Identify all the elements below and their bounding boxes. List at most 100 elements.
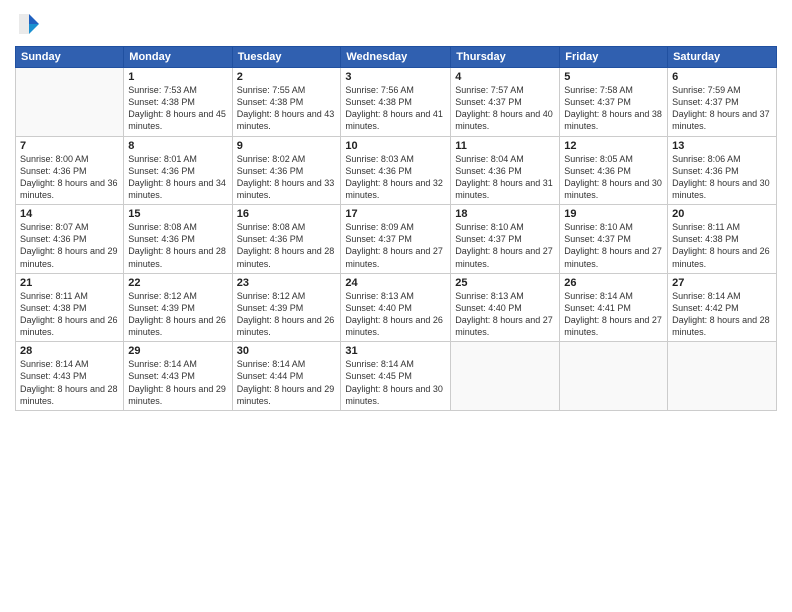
calendar-cell: 16Sunrise: 8:08 AMSunset: 4:36 PMDayligh… — [232, 205, 341, 274]
calendar-cell: 22Sunrise: 8:12 AMSunset: 4:39 PMDayligh… — [124, 273, 232, 342]
day-number: 22 — [128, 277, 227, 289]
day-info: Sunrise: 8:08 AMSunset: 4:36 PMDaylight:… — [128, 221, 227, 270]
calendar-cell — [16, 68, 124, 137]
weekday-header-friday: Friday — [560, 47, 668, 68]
page: SundayMondayTuesdayWednesdayThursdayFrid… — [0, 0, 792, 612]
calendar-cell: 3Sunrise: 7:56 AMSunset: 4:38 PMDaylight… — [341, 68, 451, 137]
weekday-header-saturday: Saturday — [668, 47, 777, 68]
day-info: Sunrise: 8:14 AMSunset: 4:44 PMDaylight:… — [237, 358, 337, 407]
day-number: 5 — [564, 71, 663, 83]
calendar-cell — [451, 342, 560, 411]
calendar-header: SundayMondayTuesdayWednesdayThursdayFrid… — [16, 47, 777, 68]
day-info: Sunrise: 8:04 AMSunset: 4:36 PMDaylight:… — [455, 153, 555, 202]
day-info: Sunrise: 8:06 AMSunset: 4:36 PMDaylight:… — [672, 153, 772, 202]
calendar-cell: 19Sunrise: 8:10 AMSunset: 4:37 PMDayligh… — [560, 205, 668, 274]
day-number: 29 — [128, 345, 227, 357]
calendar-cell: 24Sunrise: 8:13 AMSunset: 4:40 PMDayligh… — [341, 273, 451, 342]
calendar-week-row: 1Sunrise: 7:53 AMSunset: 4:38 PMDaylight… — [16, 68, 777, 137]
calendar-cell: 10Sunrise: 8:03 AMSunset: 4:36 PMDayligh… — [341, 136, 451, 205]
day-info: Sunrise: 8:11 AMSunset: 4:38 PMDaylight:… — [672, 221, 772, 270]
day-number: 12 — [564, 140, 663, 152]
day-info: Sunrise: 7:55 AMSunset: 4:38 PMDaylight:… — [237, 84, 337, 133]
calendar-cell: 28Sunrise: 8:14 AMSunset: 4:43 PMDayligh… — [16, 342, 124, 411]
day-number: 24 — [345, 277, 446, 289]
day-number: 10 — [345, 140, 446, 152]
calendar-cell: 27Sunrise: 8:14 AMSunset: 4:42 PMDayligh… — [668, 273, 777, 342]
day-info: Sunrise: 8:14 AMSunset: 4:41 PMDaylight:… — [564, 290, 663, 339]
day-number: 7 — [20, 140, 119, 152]
day-info: Sunrise: 8:10 AMSunset: 4:37 PMDaylight:… — [564, 221, 663, 270]
day-info: Sunrise: 8:05 AMSunset: 4:36 PMDaylight:… — [564, 153, 663, 202]
day-number: 30 — [237, 345, 337, 357]
day-info: Sunrise: 8:14 AMSunset: 4:43 PMDaylight:… — [20, 358, 119, 407]
day-number: 8 — [128, 140, 227, 152]
calendar-cell: 20Sunrise: 8:11 AMSunset: 4:38 PMDayligh… — [668, 205, 777, 274]
day-info: Sunrise: 8:13 AMSunset: 4:40 PMDaylight:… — [345, 290, 446, 339]
day-number: 16 — [237, 208, 337, 220]
day-number: 6 — [672, 71, 772, 83]
calendar-cell: 23Sunrise: 8:12 AMSunset: 4:39 PMDayligh… — [232, 273, 341, 342]
day-info: Sunrise: 7:58 AMSunset: 4:37 PMDaylight:… — [564, 84, 663, 133]
day-number: 23 — [237, 277, 337, 289]
day-number: 17 — [345, 208, 446, 220]
weekday-header-monday: Monday — [124, 47, 232, 68]
day-info: Sunrise: 8:14 AMSunset: 4:43 PMDaylight:… — [128, 358, 227, 407]
weekday-header-tuesday: Tuesday — [232, 47, 341, 68]
day-number: 21 — [20, 277, 119, 289]
calendar-cell: 6Sunrise: 7:59 AMSunset: 4:37 PMDaylight… — [668, 68, 777, 137]
calendar-cell: 30Sunrise: 8:14 AMSunset: 4:44 PMDayligh… — [232, 342, 341, 411]
day-info: Sunrise: 8:12 AMSunset: 4:39 PMDaylight:… — [237, 290, 337, 339]
day-number: 2 — [237, 71, 337, 83]
calendar-cell: 9Sunrise: 8:02 AMSunset: 4:36 PMDaylight… — [232, 136, 341, 205]
day-number: 4 — [455, 71, 555, 83]
day-info: Sunrise: 8:10 AMSunset: 4:37 PMDaylight:… — [455, 221, 555, 270]
day-number: 15 — [128, 208, 227, 220]
day-number: 1 — [128, 71, 227, 83]
calendar-cell: 17Sunrise: 8:09 AMSunset: 4:37 PMDayligh… — [341, 205, 451, 274]
weekday-header-row: SundayMondayTuesdayWednesdayThursdayFrid… — [16, 47, 777, 68]
day-number: 11 — [455, 140, 555, 152]
calendar-cell: 25Sunrise: 8:13 AMSunset: 4:40 PMDayligh… — [451, 273, 560, 342]
calendar-cell: 15Sunrise: 8:08 AMSunset: 4:36 PMDayligh… — [124, 205, 232, 274]
day-number: 25 — [455, 277, 555, 289]
calendar-body: 1Sunrise: 7:53 AMSunset: 4:38 PMDaylight… — [16, 68, 777, 411]
calendar-week-row: 21Sunrise: 8:11 AMSunset: 4:38 PMDayligh… — [16, 273, 777, 342]
calendar-cell: 11Sunrise: 8:04 AMSunset: 4:36 PMDayligh… — [451, 136, 560, 205]
calendar-cell: 1Sunrise: 7:53 AMSunset: 4:38 PMDaylight… — [124, 68, 232, 137]
calendar-cell: 8Sunrise: 8:01 AMSunset: 4:36 PMDaylight… — [124, 136, 232, 205]
calendar-cell: 31Sunrise: 8:14 AMSunset: 4:45 PMDayligh… — [341, 342, 451, 411]
calendar-cell: 7Sunrise: 8:00 AMSunset: 4:36 PMDaylight… — [16, 136, 124, 205]
day-info: Sunrise: 8:11 AMSunset: 4:38 PMDaylight:… — [20, 290, 119, 339]
day-info: Sunrise: 8:08 AMSunset: 4:36 PMDaylight:… — [237, 221, 337, 270]
day-info: Sunrise: 7:53 AMSunset: 4:38 PMDaylight:… — [128, 84, 227, 133]
day-number: 31 — [345, 345, 446, 357]
day-info: Sunrise: 7:56 AMSunset: 4:38 PMDaylight:… — [345, 84, 446, 133]
day-info: Sunrise: 8:09 AMSunset: 4:37 PMDaylight:… — [345, 221, 446, 270]
weekday-header-wednesday: Wednesday — [341, 47, 451, 68]
calendar-week-row: 28Sunrise: 8:14 AMSunset: 4:43 PMDayligh… — [16, 342, 777, 411]
calendar-cell: 12Sunrise: 8:05 AMSunset: 4:36 PMDayligh… — [560, 136, 668, 205]
calendar-cell: 2Sunrise: 7:55 AMSunset: 4:38 PMDaylight… — [232, 68, 341, 137]
day-number: 9 — [237, 140, 337, 152]
logo-icon — [15, 10, 43, 38]
day-info: Sunrise: 8:02 AMSunset: 4:36 PMDaylight:… — [237, 153, 337, 202]
day-number: 28 — [20, 345, 119, 357]
header — [15, 10, 777, 38]
day-info: Sunrise: 8:00 AMSunset: 4:36 PMDaylight:… — [20, 153, 119, 202]
calendar-cell: 13Sunrise: 8:06 AMSunset: 4:36 PMDayligh… — [668, 136, 777, 205]
day-number: 19 — [564, 208, 663, 220]
calendar-cell: 26Sunrise: 8:14 AMSunset: 4:41 PMDayligh… — [560, 273, 668, 342]
calendar-week-row: 14Sunrise: 8:07 AMSunset: 4:36 PMDayligh… — [16, 205, 777, 274]
calendar-cell: 29Sunrise: 8:14 AMSunset: 4:43 PMDayligh… — [124, 342, 232, 411]
day-number: 26 — [564, 277, 663, 289]
day-info: Sunrise: 7:59 AMSunset: 4:37 PMDaylight:… — [672, 84, 772, 133]
calendar-cell — [668, 342, 777, 411]
day-number: 20 — [672, 208, 772, 220]
day-info: Sunrise: 7:57 AMSunset: 4:37 PMDaylight:… — [455, 84, 555, 133]
weekday-header-sunday: Sunday — [16, 47, 124, 68]
day-number: 14 — [20, 208, 119, 220]
calendar-cell: 4Sunrise: 7:57 AMSunset: 4:37 PMDaylight… — [451, 68, 560, 137]
day-info: Sunrise: 8:13 AMSunset: 4:40 PMDaylight:… — [455, 290, 555, 339]
calendar-cell: 21Sunrise: 8:11 AMSunset: 4:38 PMDayligh… — [16, 273, 124, 342]
day-info: Sunrise: 8:12 AMSunset: 4:39 PMDaylight:… — [128, 290, 227, 339]
